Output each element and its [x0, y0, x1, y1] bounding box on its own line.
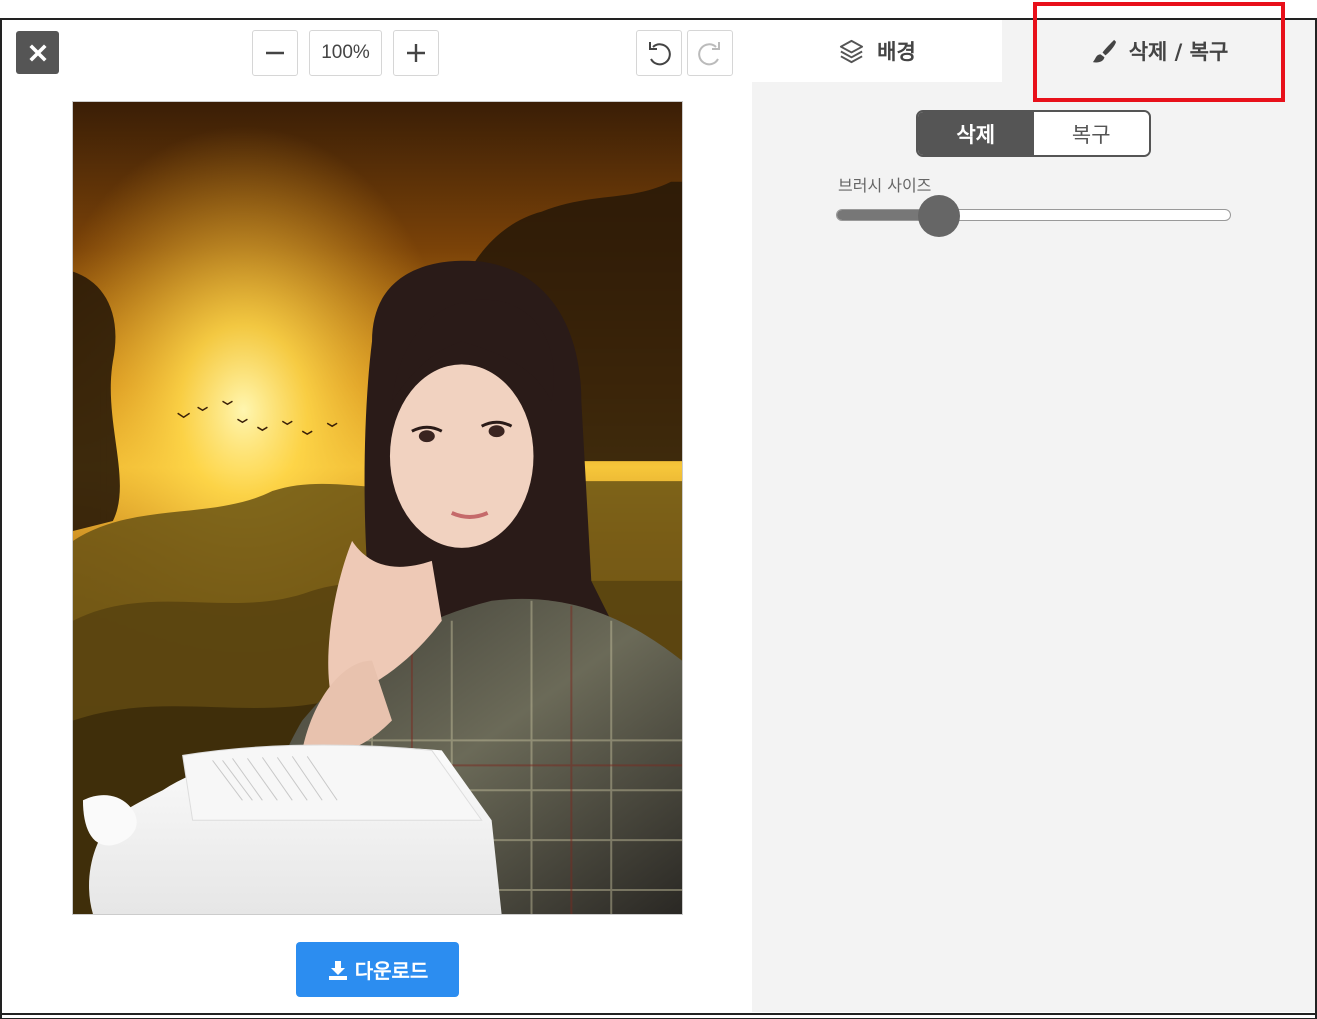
undo-button[interactable] — [636, 30, 682, 76]
minus-icon — [266, 51, 284, 55]
redo-icon — [698, 42, 720, 66]
layers-icon — [840, 39, 864, 63]
zoom-out-button[interactable] — [252, 30, 298, 76]
close-button[interactable] — [16, 31, 59, 74]
tab-background-label: 배경 — [877, 40, 916, 64]
zoom-level-display: 100% — [309, 30, 382, 76]
tab-erase-restore-label: 삭제 / 복구 — [1128, 40, 1229, 64]
brush-size-label: 브러시 사이즈 — [838, 176, 932, 195]
photo-canvas[interactable] — [72, 101, 683, 915]
tab-background[interactable]: 배경 — [752, 20, 1002, 82]
mode-restore-button[interactable]: 복구 — [1033, 112, 1149, 155]
editor-frame-bottom — [0, 1013, 1317, 1019]
plus-icon — [407, 44, 425, 62]
download-button-label: 다운로드 — [354, 959, 429, 983]
download-icon — [328, 960, 347, 980]
mode-erase-button[interactable]: 삭제 — [918, 112, 1034, 155]
undo-icon — [649, 42, 671, 66]
settings-panel — [752, 82, 1315, 1012]
redo-button[interactable] — [687, 30, 733, 76]
edited-photo — [73, 102, 682, 914]
brush-icon — [1092, 39, 1116, 62]
tab-erase-restore[interactable]: 삭제 / 복구 — [1036, 20, 1282, 82]
brush-size-slider-thumb[interactable] — [917, 195, 960, 237]
download-button[interactable]: 다운로드 — [296, 942, 459, 997]
brush-size-slider[interactable] — [836, 209, 1231, 221]
close-icon — [28, 43, 47, 62]
mode-toggle: 삭제 복구 — [916, 110, 1151, 157]
zoom-in-button[interactable] — [393, 30, 439, 76]
